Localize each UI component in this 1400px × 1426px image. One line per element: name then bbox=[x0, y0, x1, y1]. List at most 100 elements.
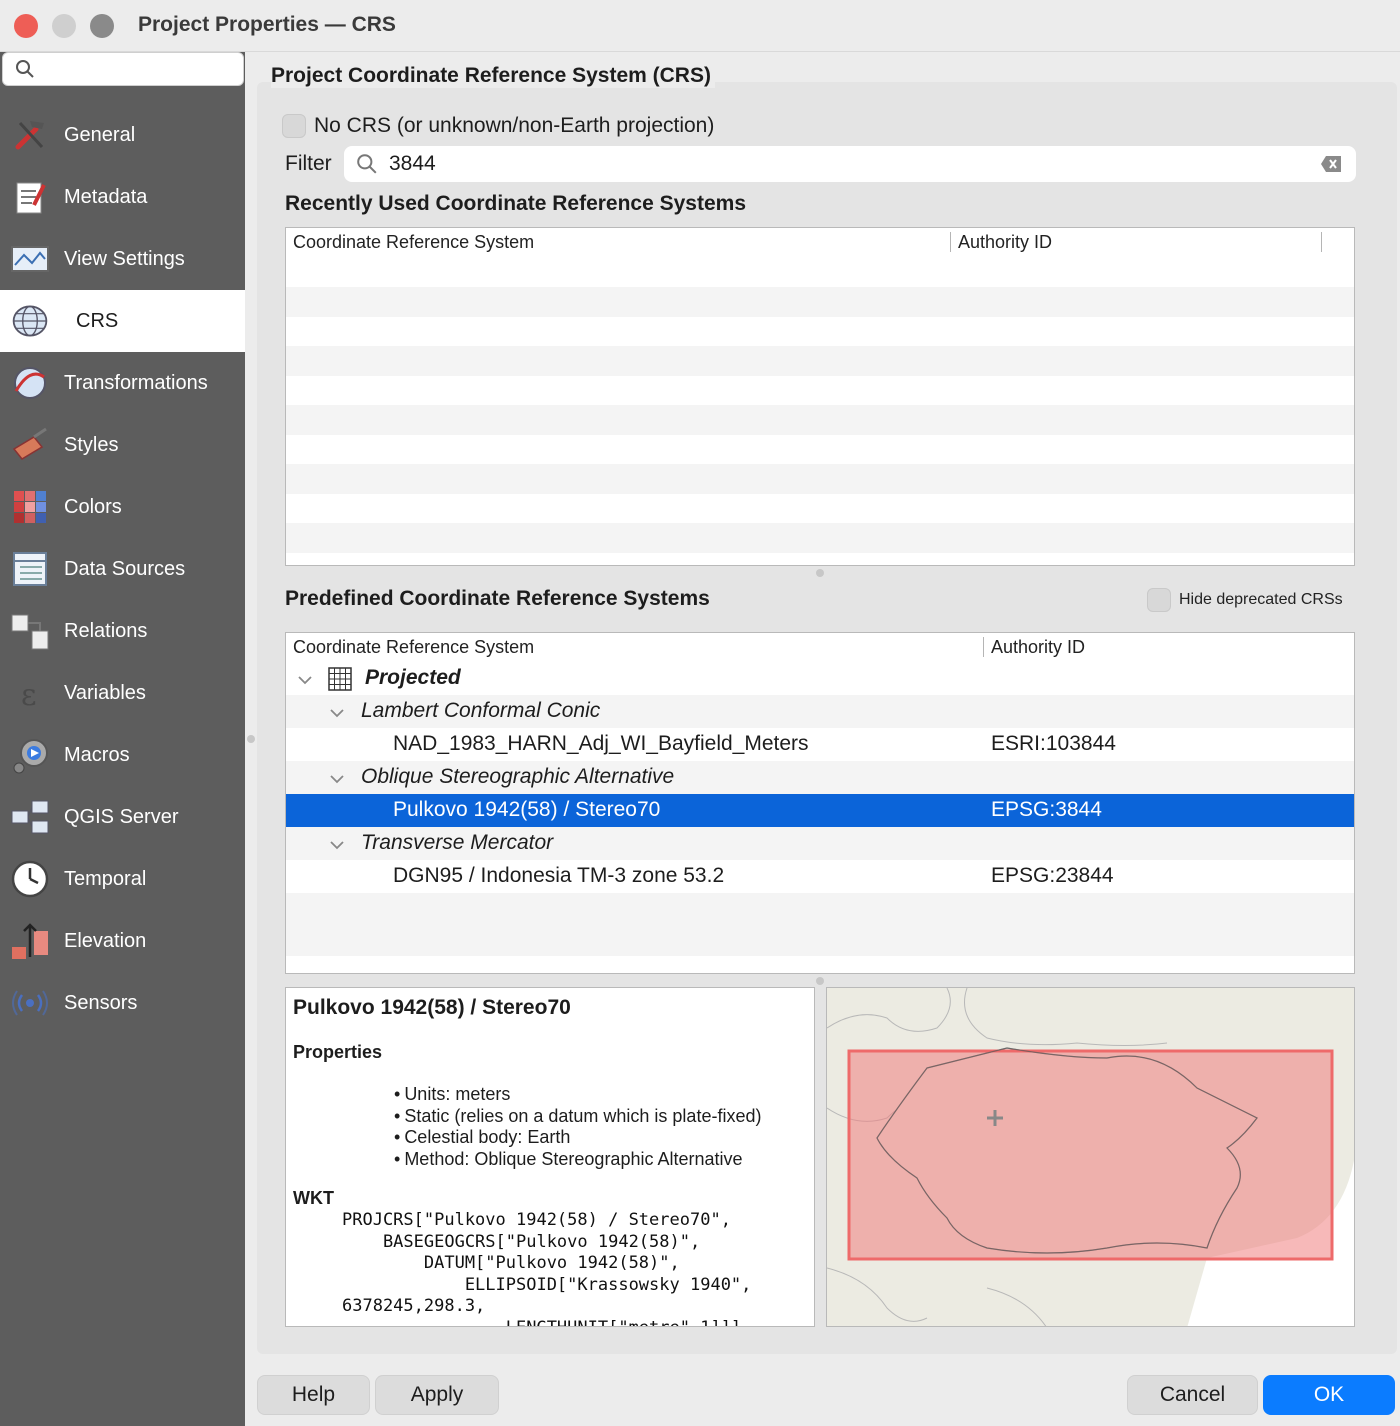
column-divider[interactable] bbox=[1321, 232, 1322, 252]
relations-icon bbox=[10, 611, 50, 651]
sidebar-item-colors[interactable]: Colors bbox=[0, 476, 245, 538]
tree-node-projected[interactable]: Projected bbox=[286, 662, 1354, 695]
sidebar-item-temporal[interactable]: Temporal bbox=[0, 848, 245, 910]
crs-authority-id: EPSG:23844 bbox=[991, 864, 1114, 887]
tree-node-label: Lambert Conformal Conic bbox=[361, 699, 601, 722]
title-bar: Project Properties — CRS bbox=[0, 0, 1400, 52]
hide-deprecated-checkbox[interactable] bbox=[1147, 588, 1171, 612]
crs-details-title: Pulkovo 1942(58) / Stereo70 bbox=[293, 996, 571, 1019]
tree-node-label: Projected bbox=[365, 666, 461, 689]
sidebar-item-styles[interactable]: Styles bbox=[0, 414, 245, 476]
sidebar-item-variables[interactable]: ε Variables bbox=[0, 662, 245, 724]
view-settings-icon bbox=[10, 239, 50, 279]
macros-icon bbox=[10, 735, 50, 775]
filter-label: Filter bbox=[285, 152, 332, 175]
wkt-text: PROJCRS["Pulkovo 1942(58) / Stereo70", B… bbox=[342, 1210, 752, 1326]
sidebar-splitter-handle[interactable] bbox=[247, 735, 255, 743]
sidebar-item-crs[interactable]: CRS bbox=[0, 290, 245, 352]
close-window-button[interactable] bbox=[14, 14, 38, 38]
minimize-window-button[interactable] bbox=[52, 14, 76, 38]
recent-crs-title: Recently Used Coordinate Reference Syste… bbox=[285, 192, 747, 215]
hide-deprecated-option[interactable]: Hide deprecated CRSs bbox=[1147, 588, 1343, 612]
tree-node-label: Transverse Mercator bbox=[361, 831, 554, 854]
sidebar-item-label: QGIS Server bbox=[64, 805, 179, 828]
recent-crs-header: Coordinate Reference System Authority ID bbox=[286, 228, 1354, 258]
help-button[interactable]: Help bbox=[257, 1375, 370, 1415]
sidebar-item-label: CRS bbox=[76, 309, 119, 332]
tree-row-crs[interactable]: DGN95 / Indonesia TM-3 zone 53.2 EPSG:23… bbox=[286, 860, 1354, 893]
tree-node-oblique-stereographic[interactable]: Oblique Stereographic Alternative bbox=[286, 761, 1354, 794]
sidebar-item-transformations[interactable]: Transformations bbox=[0, 352, 245, 414]
server-icon bbox=[10, 797, 50, 837]
hide-deprecated-label: Hide deprecated CRSs bbox=[1179, 591, 1343, 608]
sidebar-item-metadata[interactable]: Metadata bbox=[0, 166, 245, 228]
sidebar-item-label: Colors bbox=[64, 495, 122, 518]
crs-extent-map[interactable] bbox=[826, 987, 1355, 1327]
wkt-heading: WKT bbox=[293, 1188, 334, 1208]
sidebar-item-view-settings[interactable]: View Settings bbox=[0, 228, 245, 290]
chevron-down-icon[interactable] bbox=[328, 704, 346, 722]
no-crs-label: No CRS (or unknown/non-Earth projection) bbox=[314, 114, 715, 137]
variables-icon: ε bbox=[10, 673, 50, 713]
table-row bbox=[286, 287, 1354, 317]
properties-list: Units: meters Static (relies on a datum … bbox=[394, 1084, 761, 1170]
cancel-button[interactable]: Cancel bbox=[1127, 1375, 1258, 1415]
splitter-handle[interactable] bbox=[816, 569, 824, 577]
predefined-crs-tree[interactable]: Coordinate Reference System Authority ID… bbox=[285, 632, 1355, 974]
column-header-crs[interactable]: Coordinate Reference System bbox=[293, 232, 534, 253]
tree-row-crs-selected[interactable]: Pulkovo 1942(58) / Stereo70 EPSG:3844 bbox=[286, 794, 1354, 827]
tree-node-transverse-mercator[interactable]: Transverse Mercator bbox=[286, 827, 1354, 860]
list-item: Units: meters bbox=[394, 1084, 761, 1106]
transformations-icon bbox=[10, 363, 50, 403]
clear-filter-icon[interactable] bbox=[1320, 155, 1342, 173]
column-header-authority-id[interactable]: Authority ID bbox=[991, 637, 1085, 658]
globe-icon bbox=[10, 301, 50, 341]
sidebar-item-label: Elevation bbox=[64, 929, 147, 952]
column-divider[interactable] bbox=[983, 637, 984, 657]
no-crs-checkbox[interactable] bbox=[282, 114, 306, 138]
zoom-window-button[interactable] bbox=[90, 14, 114, 38]
splitter-handle[interactable] bbox=[816, 977, 824, 985]
crs-authority-id: ESRI:103844 bbox=[991, 732, 1116, 755]
chevron-down-icon[interactable] bbox=[328, 770, 346, 788]
metadata-icon bbox=[10, 177, 50, 217]
sidebar-item-elevation[interactable]: Elevation bbox=[0, 910, 245, 972]
predefined-crs-header: Coordinate Reference System Authority ID bbox=[286, 633, 1354, 663]
sidebar-item-relations[interactable]: Relations bbox=[0, 600, 245, 662]
ok-button[interactable]: OK bbox=[1263, 1375, 1395, 1415]
sidebar-item-label: Macros bbox=[64, 743, 130, 766]
crs-details-pane[interactable]: Pulkovo 1942(58) / Stereo70 Properties U… bbox=[285, 987, 815, 1327]
recent-crs-table[interactable]: Coordinate Reference System Authority ID bbox=[285, 227, 1355, 566]
sidebar-item-label: Relations bbox=[64, 619, 148, 642]
sidebar-search-input[interactable] bbox=[2, 52, 244, 86]
list-item: Static (relies on a datum which is plate… bbox=[394, 1106, 761, 1128]
sidebar-item-label: Data Sources bbox=[64, 557, 186, 580]
predefined-crs-title: Predefined Coordinate Reference Systems bbox=[285, 587, 710, 610]
crs-authority-id: EPSG:3844 bbox=[991, 798, 1102, 821]
chevron-down-icon[interactable] bbox=[296, 671, 314, 689]
no-crs-option[interactable]: No CRS (or unknown/non-Earth projection) bbox=[282, 114, 714, 138]
table-row bbox=[286, 523, 1354, 553]
sidebar-item-macros[interactable]: Macros bbox=[0, 724, 245, 786]
column-header-crs[interactable]: Coordinate Reference System bbox=[293, 637, 534, 658]
column-header-authority-id[interactable]: Authority ID bbox=[958, 232, 1052, 253]
sidebar-item-label: General bbox=[64, 123, 136, 146]
sidebar-item-data-sources[interactable]: Data Sources bbox=[0, 538, 245, 600]
sidebar-item-general[interactable]: General bbox=[0, 104, 245, 166]
sidebar-item-sensors[interactable]: Sensors bbox=[0, 972, 245, 1034]
apply-button[interactable]: Apply bbox=[375, 1375, 499, 1415]
clock-icon bbox=[10, 859, 50, 899]
search-icon bbox=[357, 154, 377, 174]
tree-node-label: Oblique Stereographic Alternative bbox=[361, 765, 675, 788]
sidebar-item-qgis-server[interactable]: QGIS Server bbox=[0, 786, 245, 848]
chevron-down-icon[interactable] bbox=[328, 836, 346, 854]
tree-row-crs[interactable]: NAD_1983_HARN_Adj_WI_Bayfield_Meters ESR… bbox=[286, 728, 1354, 761]
sidebar-item-label: Sensors bbox=[64, 991, 138, 1014]
extent-map-canvas bbox=[827, 988, 1354, 1326]
table-row bbox=[286, 405, 1354, 435]
table-row bbox=[286, 926, 1354, 956]
tree-node-lambert-conformal-conic[interactable]: Lambert Conformal Conic bbox=[286, 695, 1354, 728]
column-divider[interactable] bbox=[950, 232, 951, 252]
filter-input[interactable]: 3844 bbox=[344, 146, 1356, 182]
sidebar-item-label: Metadata bbox=[64, 185, 148, 208]
